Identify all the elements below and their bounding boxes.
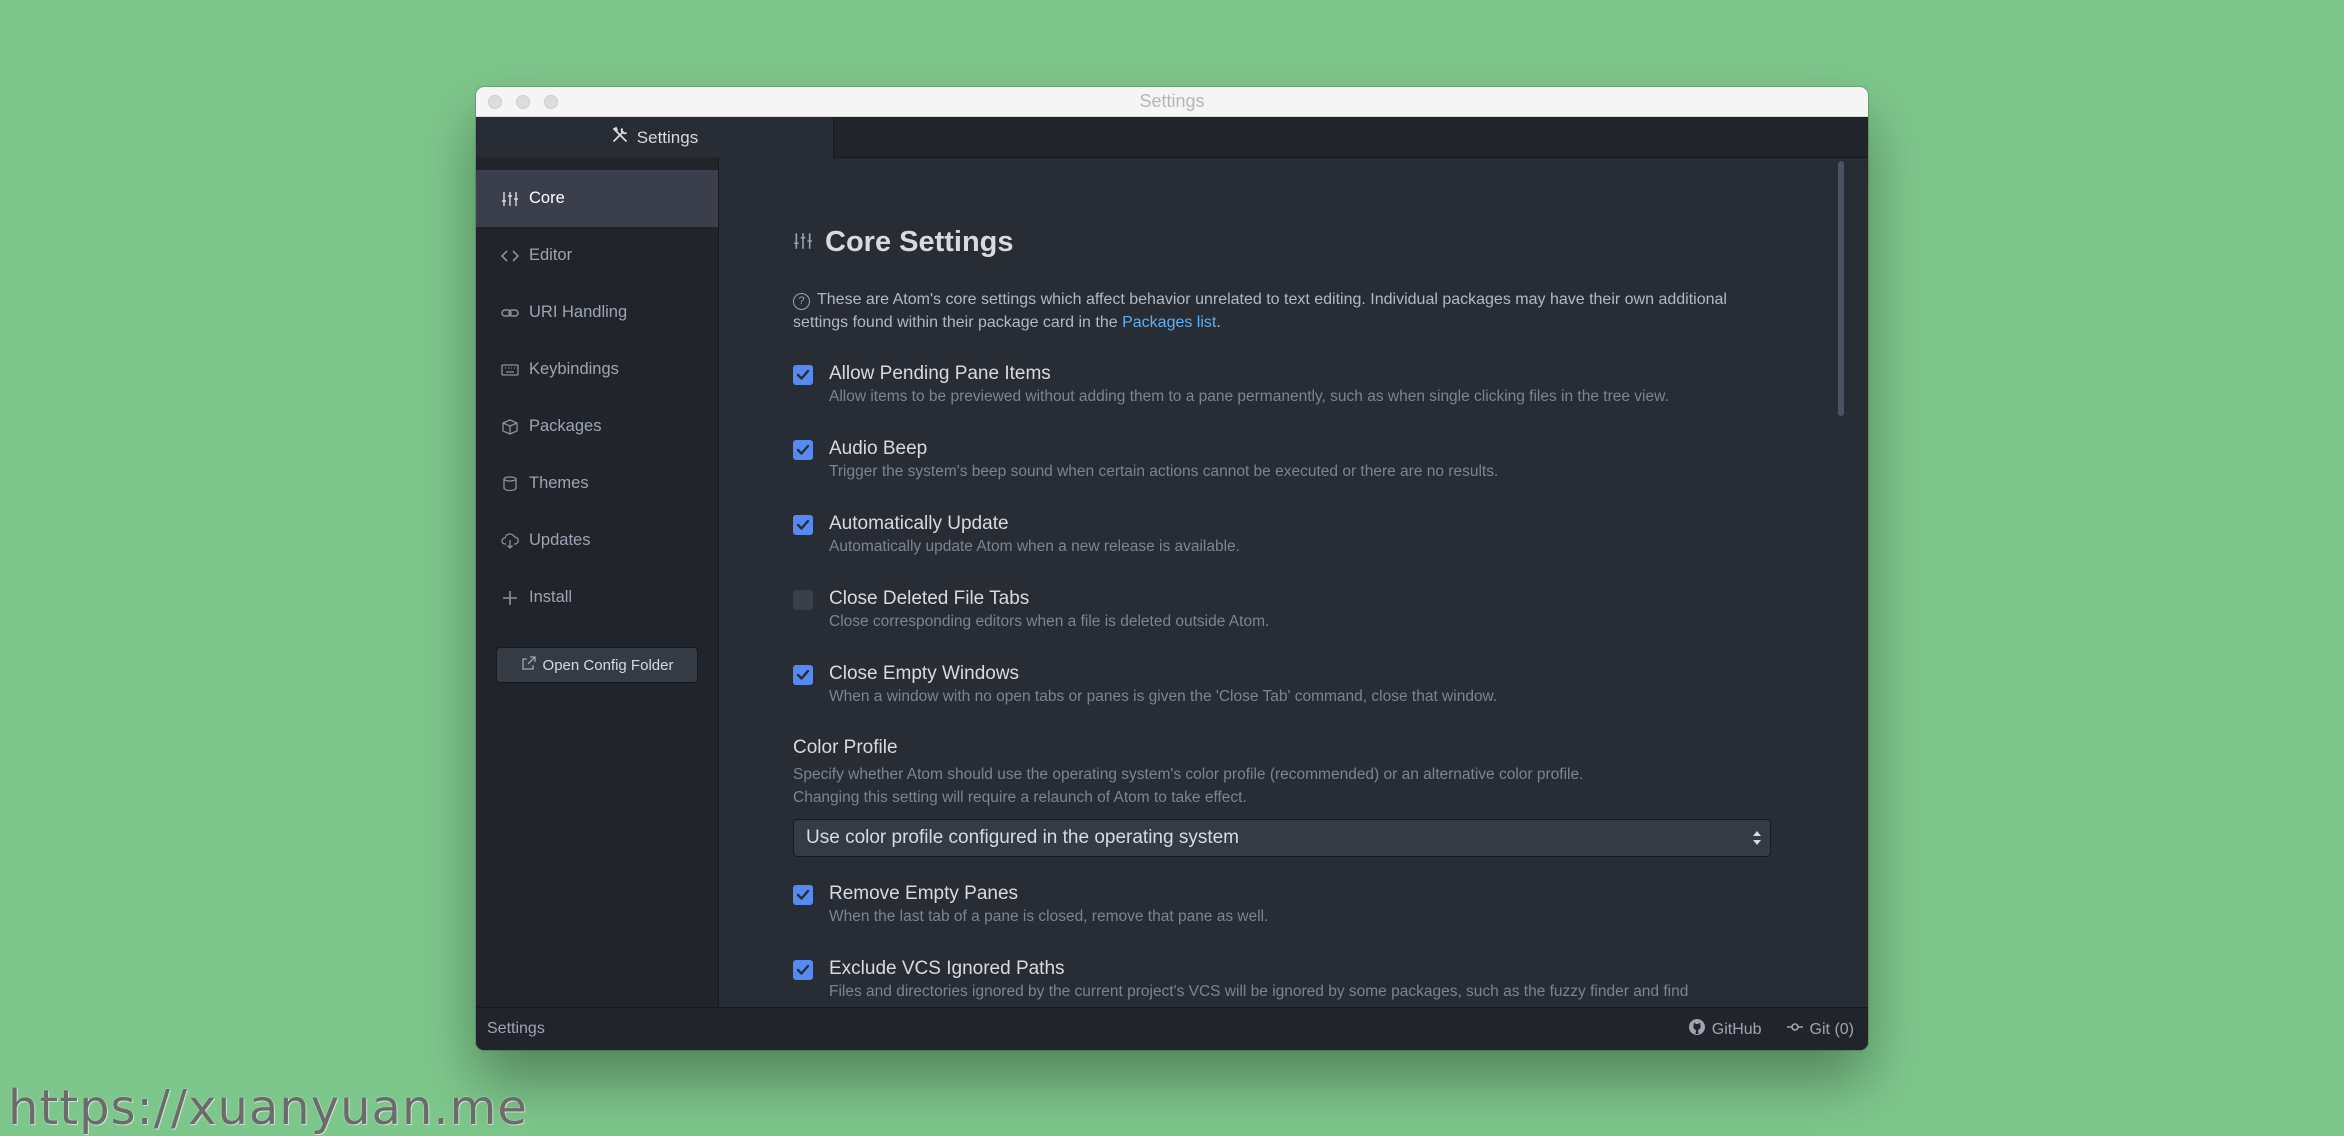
code-icon: [501, 247, 519, 265]
setting-title: Close Empty Windows: [829, 663, 1020, 684]
setting-description: Files and directories ignored by the cur…: [829, 983, 1689, 1000]
setting-title: Remove Empty Panes: [829, 883, 1019, 904]
watermark-text: https://xuanyuan.me: [8, 1080, 528, 1136]
sidebar-item-label: Packages: [529, 417, 602, 435]
color-profile-title: Color Profile: [793, 737, 898, 758]
github-icon: [1688, 1018, 1706, 1041]
sidebar-item-label: Updates: [529, 531, 591, 549]
sidebar-item-packages[interactable]: Packages: [476, 398, 718, 455]
sidebar-item-label: Core: [529, 189, 565, 207]
sidebar-item-install[interactable]: Install: [476, 569, 718, 626]
checkbox-close-empty-windows[interactable]: [793, 665, 813, 685]
sidebar-item-themes[interactable]: Themes: [476, 455, 718, 512]
checkbox-audio-beep[interactable]: [793, 440, 813, 460]
git-commit-icon: [1786, 1018, 1804, 1041]
tools-icon: [611, 126, 629, 149]
github-status-button[interactable]: GitHub: [1688, 1018, 1762, 1041]
setting-description: Allow items to be previewed without addi…: [829, 388, 1669, 405]
intro-text: ? These are Atom's core settings which af…: [793, 288, 1783, 334]
sidebar-item-label: Editor: [529, 246, 573, 264]
git-status-button[interactable]: Git (0): [1786, 1018, 1854, 1041]
page-title: Core Settings: [793, 226, 1014, 259]
settings-sidebar: Core Editor URI Handling Keybindings Pac…: [476, 157, 719, 1007]
close-window-button[interactable]: [488, 95, 502, 109]
open-config-label: Open Config Folder: [542, 656, 674, 674]
color-profile-description: Specify whether Atom should use the oper…: [793, 763, 1583, 809]
link-icon: [501, 304, 519, 322]
setting-title: Automatically Update: [829, 513, 1009, 534]
question-icon: ?: [793, 293, 810, 310]
setting-description: Trigger the system's beep sound when cer…: [829, 463, 1499, 480]
git-label: Git (0): [1809, 1020, 1854, 1038]
select-arrows-icon: [1753, 831, 1761, 845]
scrollbar-thumb[interactable]: [1838, 161, 1844, 416]
tab-label: Settings: [636, 127, 699, 147]
keyboard-icon: [501, 361, 519, 379]
sidebar-item-uri-handling[interactable]: URI Handling: [476, 284, 718, 341]
plus-icon: [501, 589, 519, 607]
sidebar-item-label: Themes: [529, 474, 589, 492]
tab-settings[interactable]: Settings: [476, 117, 834, 158]
setting-description: Close corresponding editors when a file …: [829, 613, 1270, 630]
window-controls: [488, 95, 558, 109]
open-config-folder-button[interactable]: Open Config Folder: [496, 647, 698, 683]
color-profile-desc-line2: Changing this setting will require a rel…: [793, 789, 1247, 806]
color-profile-desc-line1: Specify whether Atom should use the oper…: [793, 766, 1584, 783]
sidebar-item-label: Keybindings: [529, 360, 619, 378]
status-bar: Settings GitHub Git (0): [476, 1007, 1868, 1050]
settings-window: Settings Settings Core Editor URI Handli…: [476, 87, 1868, 1050]
external-link-icon: [521, 655, 537, 675]
sliders-icon: [501, 190, 519, 208]
zoom-window-button[interactable]: [544, 95, 558, 109]
sliders-icon: [793, 226, 813, 259]
checkbox-automatically-update[interactable]: [793, 515, 813, 535]
window-title: Settings: [1139, 91, 1205, 111]
sidebar-item-label: URI Handling: [529, 303, 628, 321]
sidebar-item-editor[interactable]: Editor: [476, 227, 718, 284]
setting-title: Allow Pending Pane Items: [829, 363, 1051, 384]
cloud-download-icon: [501, 532, 519, 550]
paintcan-icon: [501, 475, 519, 493]
settings-panel: Core Settings ? These are Atom's core set…: [719, 157, 1850, 1007]
setting-title: Exclude VCS Ignored Paths: [829, 958, 1065, 979]
color-profile-select[interactable]: Use color profile configured in the oper…: [793, 819, 1771, 857]
package-icon: [501, 418, 519, 436]
setting-description: Automatically update Atom when a new rel…: [829, 538, 1240, 555]
checkbox-allow-pending-pane-items[interactable]: [793, 365, 813, 385]
checkbox-remove-empty-panes[interactable]: [793, 885, 813, 905]
sidebar-item-keybindings[interactable]: Keybindings: [476, 341, 718, 398]
setting-title: Close Deleted File Tabs: [829, 588, 1030, 609]
setting-title: Audio Beep: [829, 438, 928, 459]
checkbox-close-deleted-file-tabs[interactable]: [793, 590, 813, 610]
setting-description: When a window with no open tabs or panes…: [829, 688, 1498, 705]
intro-body: These are Atom's core settings which aff…: [793, 291, 1727, 331]
sidebar-item-core[interactable]: Core: [476, 170, 718, 227]
color-profile-selected: Use color profile configured in the oper…: [806, 827, 1240, 848]
setting-description: When the last tab of a pane is closed, r…: [829, 908, 1269, 925]
sidebar-item-updates[interactable]: Updates: [476, 512, 718, 569]
minimize-window-button[interactable]: [516, 95, 530, 109]
tab-bar: Settings: [476, 117, 1868, 158]
checkbox-exclude-vcs-ignored-paths[interactable]: [793, 960, 813, 980]
title-bar: Settings: [476, 87, 1868, 117]
heading-text: Core Settings: [825, 226, 1014, 258]
github-label: GitHub: [1711, 1020, 1762, 1038]
status-settings-label[interactable]: Settings: [487, 1020, 545, 1038]
sidebar-item-label: Install: [529, 588, 573, 606]
intro-end: .: [1216, 314, 1221, 331]
packages-list-link[interactable]: Packages list: [1122, 314, 1216, 331]
